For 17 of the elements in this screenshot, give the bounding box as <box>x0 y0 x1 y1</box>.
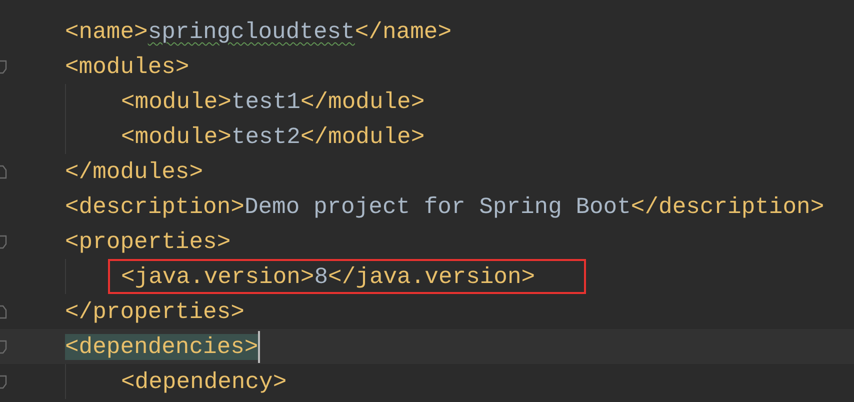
code-line: </properties> <box>65 298 244 326</box>
code-line: </modules> <box>65 158 204 186</box>
text-cursor <box>258 330 260 362</box>
code-line: <java.version>8</java.version> <box>121 262 536 292</box>
fold-icon[interactable] <box>0 60 7 74</box>
fold-icon[interactable] <box>0 164 7 178</box>
fold-icon[interactable] <box>0 340 7 354</box>
fold-icon[interactable] <box>0 374 7 388</box>
code-line: <dependency> <box>121 368 287 396</box>
code-line: <properties> <box>65 228 231 256</box>
code-line: <module>test1</module> <box>121 88 425 116</box>
fold-icon[interactable] <box>0 304 7 318</box>
code-line: <description>Demo project for Spring Boot</description> <box>65 192 824 222</box>
code-line: <module>test2</module> <box>121 122 425 152</box>
code-line: <name>springcloudtest</name> <box>65 18 452 46</box>
fold-icon[interactable] <box>0 234 7 248</box>
code-line: <modules> <box>65 52 190 82</box>
